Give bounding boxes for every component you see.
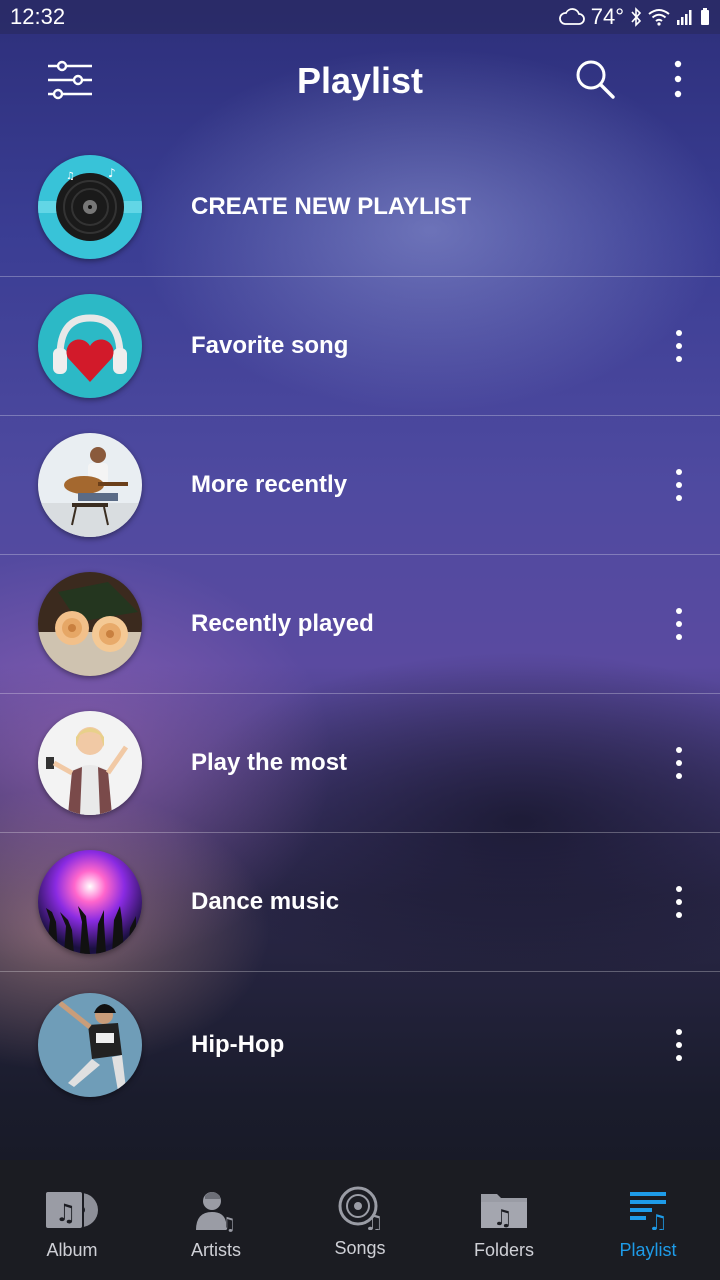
svg-text:♫: ♫ [220, 1214, 236, 1232]
playlist-list: ♪ ♫ CREATE NEW PLAYLIST Favorite song Mo… [0, 138, 720, 1117]
status-bar: 12:32 74° [0, 0, 720, 34]
nav-album[interactable]: ♫ Album [0, 1160, 144, 1280]
bottom-nav: ♫ Album ♫ Artists ♫ Songs ♫ Folders ♫ Pl… [0, 1160, 720, 1280]
row-more-button[interactable] [664, 877, 694, 927]
row-more-button[interactable] [664, 738, 694, 788]
row-label: Favorite song [191, 332, 349, 359]
status-temperature: 74° [590, 4, 624, 29]
row-label: Dance music [191, 888, 340, 915]
search-button[interactable] [572, 56, 618, 102]
hiphop-dancer-photo [38, 992, 142, 1097]
svg-text:♫: ♫ [55, 1199, 77, 1227]
create-playlist-row[interactable]: ♪ ♫ CREATE NEW PLAYLIST [0, 138, 720, 277]
overflow-menu-button[interactable] [664, 56, 692, 102]
svg-text:♪: ♪ [108, 166, 116, 180]
guitarist-photo [38, 433, 142, 537]
search-icon [576, 60, 615, 99]
songs-disc-icon: ♫ [338, 1186, 382, 1230]
nav-label: Artists [190, 1240, 241, 1260]
signal-icon [677, 10, 692, 25]
nav-label: Playlist [619, 1240, 677, 1260]
nav-playlist[interactable]: ♫ Playlist [576, 1160, 720, 1280]
svg-text:♫: ♫ [493, 1206, 513, 1230]
playlist-row-play-the-most[interactable]: Play the most [0, 694, 720, 833]
battery-icon [701, 8, 709, 25]
row-label: Recently played [191, 610, 374, 637]
cloud-icon [558, 8, 585, 25]
row-more-button[interactable] [664, 460, 694, 510]
nav-folders[interactable]: ♫ Folders [432, 1160, 576, 1280]
nav-label: Album [46, 1240, 98, 1260]
bluetooth-icon [631, 7, 642, 27]
wifi-icon [648, 9, 670, 26]
row-label: CREATE NEW PLAYLIST [191, 193, 472, 220]
playlist-row-recently-played[interactable]: Recently played [0, 555, 720, 694]
app-header: Playlist [0, 34, 720, 138]
playlist-row-more-recently[interactable]: More recently [0, 416, 720, 555]
row-more-button[interactable] [664, 599, 694, 649]
heart-headphones-icon [38, 294, 142, 398]
playlist-row-dance-music[interactable]: Dance music [0, 833, 720, 972]
row-label: More recently [191, 471, 348, 498]
status-time: 12:32 [10, 4, 66, 29]
roses-photo [38, 572, 142, 676]
playlist-row-hip-hop[interactable]: Hip-Hop [0, 972, 720, 1117]
nav-label: Songs [334, 1238, 386, 1258]
nav-artists[interactable]: ♫ Artists [144, 1160, 288, 1280]
svg-text:♫: ♫ [364, 1211, 382, 1230]
artist-icon: ♫ [196, 1192, 236, 1232]
svg-text:♫: ♫ [66, 171, 75, 182]
row-label: Hip-Hop [191, 1030, 285, 1058]
svg-text:♫: ♫ [648, 1211, 668, 1230]
row-more-button[interactable] [664, 1020, 694, 1070]
singer-photo [38, 711, 142, 815]
row-label: Play the most [191, 749, 348, 776]
folder-music-icon: ♫ [481, 1194, 527, 1230]
row-more-button[interactable] [664, 321, 694, 371]
nav-songs[interactable]: ♫ Songs [288, 1160, 432, 1280]
status-icons: 74° [558, 4, 710, 30]
vinyl-record-icon: ♪ ♫ [38, 155, 142, 259]
more-vertical-icon [674, 60, 682, 98]
nav-label: Folders [473, 1240, 535, 1260]
playlist-row-favorite-song[interactable]: Favorite song [0, 277, 720, 416]
playlist-icon: ♫ [630, 1192, 668, 1230]
album-icon: ♫ [44, 1190, 98, 1230]
dance-crowd-photo [38, 850, 142, 954]
